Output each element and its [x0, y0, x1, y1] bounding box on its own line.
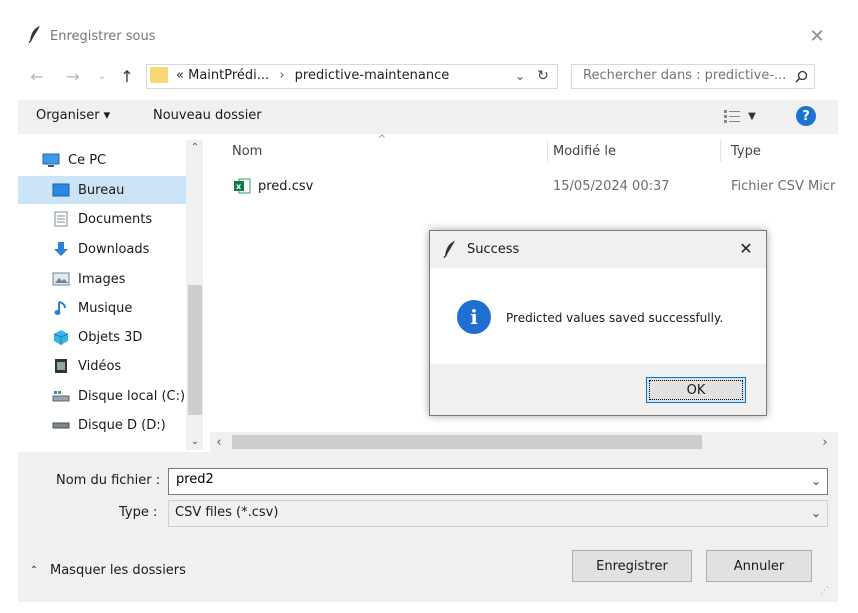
chevron-down-icon[interactable]: ⌄: [808, 504, 824, 522]
sidebar-item-downloads[interactable]: Downloads: [18, 235, 186, 263]
images-icon: [52, 271, 70, 287]
downloads-icon: [52, 241, 70, 257]
view-options-icon[interactable]: [723, 108, 741, 124]
sidebar-item-disque-c[interactable]: Disque local (C:): [18, 382, 186, 410]
folder-icon: [150, 67, 168, 83]
sort-up-icon: ^: [377, 133, 387, 145]
sidebar-item-videos[interactable]: Vidéos: [18, 352, 186, 380]
chevron-down-icon[interactable]: ⌄: [513, 68, 527, 84]
info-icon: i: [457, 300, 491, 334]
breadcrumb-separator: ›: [279, 68, 285, 83]
pc-icon: [42, 152, 60, 168]
sidebar-item-documents[interactable]: Documents: [18, 205, 186, 233]
desktop-icon: [52, 182, 70, 198]
new-folder-button[interactable]: Nouveau dossier: [153, 108, 262, 123]
search-input[interactable]: [583, 68, 788, 83]
type-label: Type :: [119, 505, 158, 520]
scroll-down-icon[interactable]: ⌄: [188, 434, 202, 448]
breadcrumb-current[interactable]: predictive-maintenance: [295, 68, 450, 83]
column-header-name[interactable]: Nom: [232, 144, 262, 159]
recent-dropdown-icon[interactable]: ⌄: [96, 68, 108, 84]
sidebar-item-label: Musique: [78, 300, 133, 316]
column-divider[interactable]: [720, 140, 721, 162]
scroll-up-icon[interactable]: ⌃: [188, 140, 202, 154]
organize-button[interactable]: Organiser ▾: [36, 108, 110, 123]
column-divider[interactable]: [547, 140, 548, 162]
sidebar-item-label: Vidéos: [78, 358, 122, 374]
ok-button[interactable]: OK: [646, 377, 746, 403]
sidebar-scroll-thumb[interactable]: [188, 285, 202, 415]
sidebar-item-musique[interactable]: Musique: [18, 294, 186, 322]
sidebar-item-label: Disque D (D:): [78, 417, 166, 433]
videos-icon: [52, 358, 70, 374]
sidebar-item-label: Documents: [78, 211, 153, 227]
breadcrumb-prefix[interactable]: «: [176, 68, 184, 83]
feather-app-icon: [28, 25, 42, 43]
dialog-message: Predicted values saved successfully.: [506, 311, 724, 325]
sidebar-item-bureau[interactable]: Bureau: [18, 176, 186, 204]
window-title: Enregistrer sous: [50, 29, 156, 44]
breadcrumb-parent[interactable]: MaintPrédi...: [188, 68, 269, 83]
feather-app-icon: [443, 240, 457, 258]
breadcrumb[interactable]: « MaintPrédi... › predictive-maintenance: [176, 68, 449, 83]
horizontal-scroll-thumb[interactable]: [232, 435, 702, 449]
back-arrow-icon[interactable]: ←: [28, 66, 46, 86]
resize-grip-icon[interactable]: ⋰: [820, 586, 829, 596]
sidebar-item-label: Objets 3D: [78, 329, 143, 345]
help-icon[interactable]: ?: [796, 106, 816, 126]
music-icon: [52, 300, 70, 316]
sidebar-item-label: Bureau: [78, 182, 125, 198]
filename-input[interactable]: [176, 472, 776, 487]
svg-text:x: x: [236, 182, 242, 191]
toolbar: [18, 100, 838, 134]
documents-icon: [52, 211, 70, 227]
file-modified: 15/05/2024 00:37: [553, 179, 670, 194]
search-icon[interactable]: [792, 67, 810, 85]
close-icon[interactable]: ✕: [805, 24, 829, 48]
close-icon[interactable]: ✕: [736, 238, 756, 258]
sidebar-item-objets-3d[interactable]: Objets 3D: [18, 323, 186, 351]
chevron-down-icon[interactable]: ⌄: [808, 472, 824, 490]
view-dropdown-icon[interactable]: ▼: [746, 110, 758, 122]
drive-c-icon: [52, 388, 70, 404]
forward-arrow-icon[interactable]: →: [64, 66, 82, 86]
cancel-button[interactable]: Annuler: [706, 550, 812, 582]
dialog-title: Success: [467, 242, 520, 257]
sidebar-item-label: Downloads: [78, 241, 150, 257]
chevron-up-icon[interactable]: ⌃: [28, 563, 40, 577]
sidebar-item-label: Disque local (C:): [78, 388, 186, 404]
sidebar-item-label: Ce PC: [68, 152, 107, 168]
sidebar-item-disque-d[interactable]: Disque D (D:): [18, 411, 186, 439]
sidebar-item-label: Images: [78, 271, 126, 287]
refresh-icon[interactable]: ↻: [534, 67, 552, 85]
filename-label: Nom du fichier :: [56, 473, 161, 488]
file-type: Fichier CSV Micr: [731, 179, 836, 194]
scroll-right-icon[interactable]: ›: [818, 434, 832, 450]
file-name[interactable]: pred.csv: [258, 179, 313, 194]
up-arrow-icon[interactable]: ↑: [118, 66, 136, 86]
objects3d-icon: [52, 329, 70, 345]
sidebar-item-images[interactable]: Images: [18, 265, 186, 293]
excel-csv-icon: x: [233, 178, 251, 194]
hide-folders-button[interactable]: Masquer les dossiers: [50, 563, 186, 578]
column-header-type[interactable]: Type: [731, 144, 761, 159]
save-button[interactable]: Enregistrer: [572, 550, 692, 582]
sidebar-item-ce-pc[interactable]: Ce PC: [18, 146, 186, 174]
scroll-left-icon[interactable]: ‹: [212, 434, 226, 450]
drive-d-icon: [52, 417, 70, 433]
file-type-value[interactable]: CSV files (*.csv): [175, 505, 278, 520]
column-header-modified[interactable]: Modifié le: [553, 144, 616, 159]
